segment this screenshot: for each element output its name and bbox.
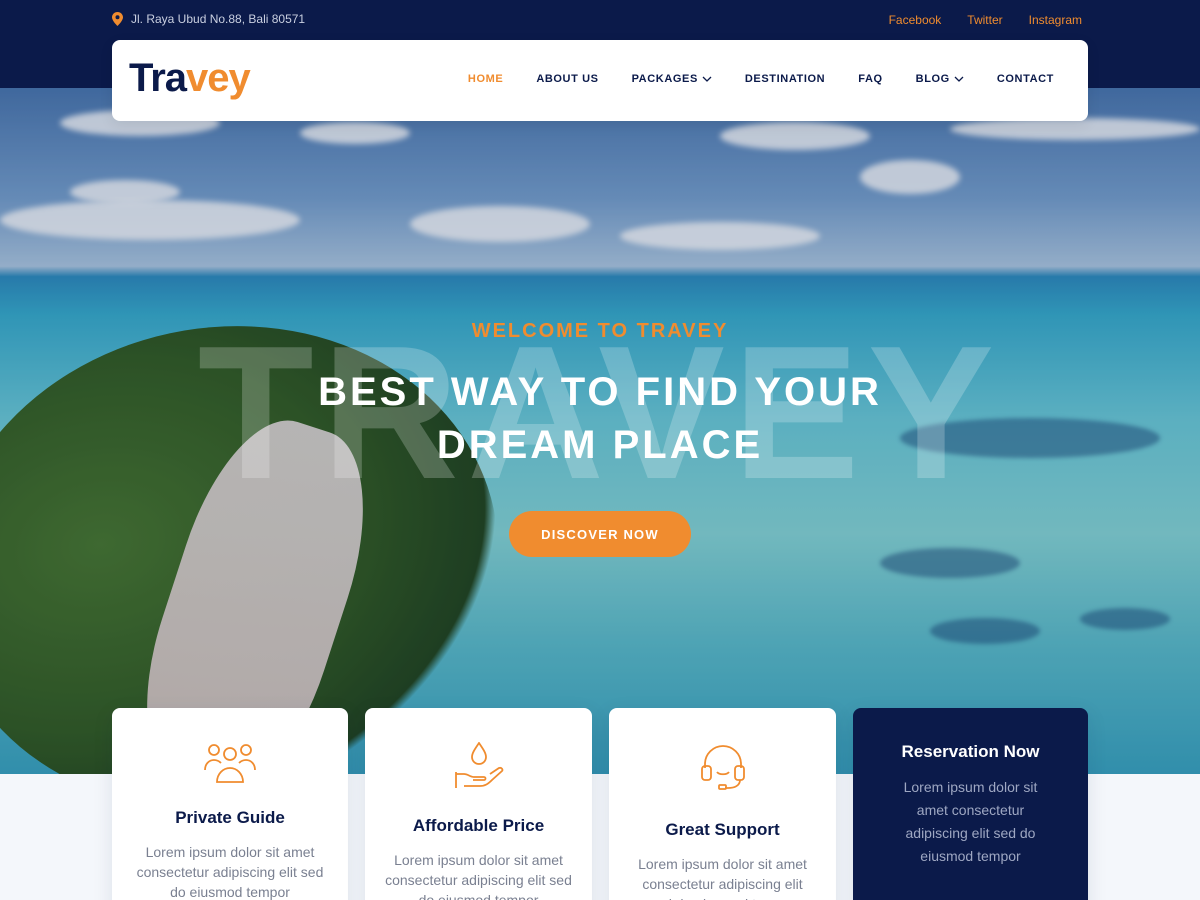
- nav-destination[interactable]: DESTINATION: [745, 73, 825, 85]
- instagram-link[interactable]: Instagram: [1029, 13, 1082, 27]
- feature-card-private-guide: Private Guide Lorem ipsum dolor sit amet…: [112, 708, 348, 900]
- nav-packages[interactable]: PACKAGES: [632, 73, 712, 85]
- hero-eyebrow: WELCOME TO TRAVEY: [471, 320, 729, 342]
- hero-headline-line2: DREAM PLACE: [436, 423, 764, 467]
- main-navbar: Travey HOME ABOUT US PACKAGES DESTINATIO…: [112, 40, 1088, 121]
- address: Jl. Raya Ubud No.88, Bali 80571: [112, 12, 305, 26]
- discover-now-button[interactable]: DISCOVER NOW: [509, 511, 691, 557]
- reservation-title: Reservation Now: [901, 742, 1040, 761]
- nav-contact[interactable]: CONTACT: [997, 73, 1054, 85]
- hand-drop-icon: [454, 742, 503, 788]
- feature-text: Lorem ipsum dolor sit amet consectetur a…: [136, 844, 324, 900]
- brand-logo-part2: vey: [186, 56, 251, 100]
- users-group-icon: [204, 744, 256, 783]
- feature-text: Lorem ipsum dolor sit amet consectetur a…: [638, 856, 807, 900]
- nav-menu: HOME ABOUT US PACKAGES DESTINATION FAQ B…: [468, 73, 1054, 85]
- brand-logo[interactable]: Travey: [129, 56, 251, 101]
- feature-card-affordable-price: Affordable Price Lorem ipsum dolor sit a…: [365, 708, 592, 900]
- reservation-text: Lorem ipsum dolor sit amet consectetur a…: [903, 779, 1038, 864]
- hero-headline-line1: BEST WAY TO FIND YOUR: [318, 370, 882, 414]
- nav-faq[interactable]: FAQ: [858, 73, 882, 85]
- nav-blog[interactable]: BLOG: [916, 73, 964, 85]
- feature-title: Private Guide: [175, 808, 285, 827]
- nav-about-us[interactable]: ABOUT US: [536, 73, 598, 85]
- twitter-link[interactable]: Twitter: [967, 13, 1002, 27]
- address-text: Jl. Raya Ubud No.88, Bali 80571: [131, 12, 306, 26]
- nav-blog-label: BLOG: [915, 73, 950, 85]
- brand-logo-part1: Tra: [129, 56, 187, 100]
- nav-packages-label: PACKAGES: [631, 73, 698, 85]
- nav-home[interactable]: HOME: [468, 73, 503, 85]
- facebook-link[interactable]: Facebook: [889, 13, 942, 27]
- feature-title: Affordable Price: [412, 816, 545, 835]
- headset-icon: [700, 745, 745, 790]
- reservation-card[interactable]: Reservation Now Lorem ipsum dolor sit am…: [853, 708, 1088, 900]
- feature-text: Lorem ipsum dolor sit amet consectetur a…: [385, 852, 572, 900]
- feature-card-great-support: Great Support Lorem ipsum dolor sit amet…: [609, 708, 836, 900]
- chevron-down-icon: [702, 76, 712, 82]
- feature-title: Great Support: [665, 820, 780, 839]
- location-pin-icon: [112, 12, 123, 26]
- chevron-down-icon: [954, 76, 964, 82]
- hero-headline: BEST WAY TO FIND YOUR DREAM PLACE: [0, 366, 1200, 472]
- social-links: Facebook Twitter Instagram: [889, 13, 1082, 27]
